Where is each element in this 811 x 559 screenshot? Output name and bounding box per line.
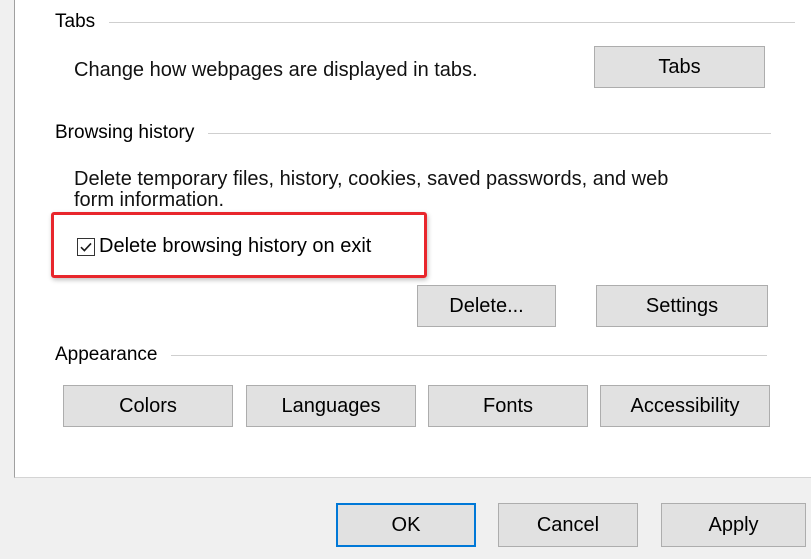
browsing-history-description-line2: form information. [74, 189, 225, 211]
checkmark-icon [80, 242, 92, 252]
fonts-button[interactable]: Fonts [428, 385, 588, 427]
ok-button[interactable]: OK [336, 503, 476, 547]
browsing-history-group-divider [208, 132, 771, 134]
accessibility-button[interactable]: Accessibility [600, 385, 770, 427]
dialog-footer: OK Cancel Apply [0, 478, 811, 559]
apply-button[interactable]: Apply [661, 503, 806, 547]
delete-history-on-exit-label: Delete browsing history on exit [99, 235, 372, 257]
appearance-group-header: Appearance [55, 343, 767, 367]
browsing-history-group-header: Browsing history [55, 121, 771, 145]
tabs-group-title: Tabs [55, 11, 96, 32]
appearance-group-divider [171, 354, 767, 356]
delete-button[interactable]: Delete... [417, 285, 556, 327]
cancel-button[interactable]: Cancel [498, 503, 638, 547]
tabs-button[interactable]: Tabs [594, 46, 765, 88]
tabs-group-header: Tabs [55, 10, 795, 34]
languages-button[interactable]: Languages [246, 385, 416, 427]
browsing-history-group-title: Browsing history [55, 122, 195, 143]
colors-button[interactable]: Colors [63, 385, 233, 427]
tabs-group-divider [109, 21, 795, 23]
delete-history-on-exit-checkbox[interactable] [77, 237, 95, 256]
appearance-group-title: Appearance [55, 344, 158, 365]
settings-button[interactable]: Settings [596, 285, 768, 327]
delete-history-on-exit-option[interactable]: Delete browsing history on exit [77, 235, 371, 258]
tabs-description: Change how webpages are displayed in tab… [74, 59, 478, 81]
